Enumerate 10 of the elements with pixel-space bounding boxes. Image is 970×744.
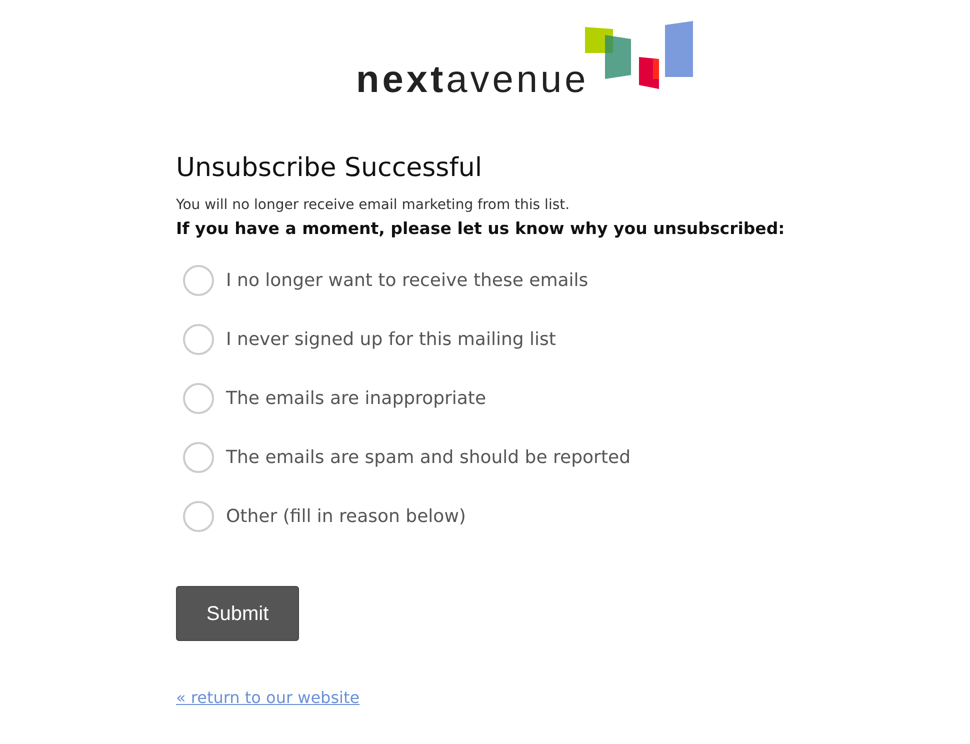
reason-label: The emails are inappropriate (226, 387, 486, 411)
reason-label: Other (fill in reason below) (226, 505, 466, 529)
reason-label: The emails are spam and should be reported (226, 446, 630, 470)
confirmation-message: You will no longer receive email marketing from this list. (176, 196, 571, 215)
page-title: Unsubscribe Successful (176, 152, 484, 185)
reason-label: I no longer want to receive these emails (226, 269, 588, 293)
logo-wordmark: nextavenue (356, 61, 589, 99)
submit-button[interactable]: Submit (176, 586, 299, 641)
reason-label: I never signed up for this mailing list (226, 328, 556, 352)
feedback-question: If you have a moment, please let us know why you unsubscribed: (176, 218, 786, 240)
